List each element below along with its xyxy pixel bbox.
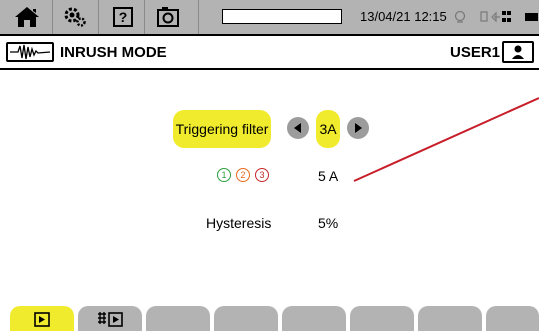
tab-empty-6[interactable]: [350, 306, 414, 331]
tab-capture-play[interactable]: [78, 306, 142, 331]
tab-empty-5[interactable]: [282, 306, 346, 331]
tab-empty-3[interactable]: [146, 306, 210, 331]
tab-empty-4[interactable]: [214, 306, 278, 331]
annotation-line: [353, 97, 539, 182]
tab-play[interactable]: [10, 306, 74, 331]
tab-empty-8[interactable]: [486, 306, 539, 331]
capture-play-icon: [98, 312, 123, 327]
play-icon: [34, 312, 50, 327]
tab-empty-7[interactable]: [418, 306, 482, 331]
